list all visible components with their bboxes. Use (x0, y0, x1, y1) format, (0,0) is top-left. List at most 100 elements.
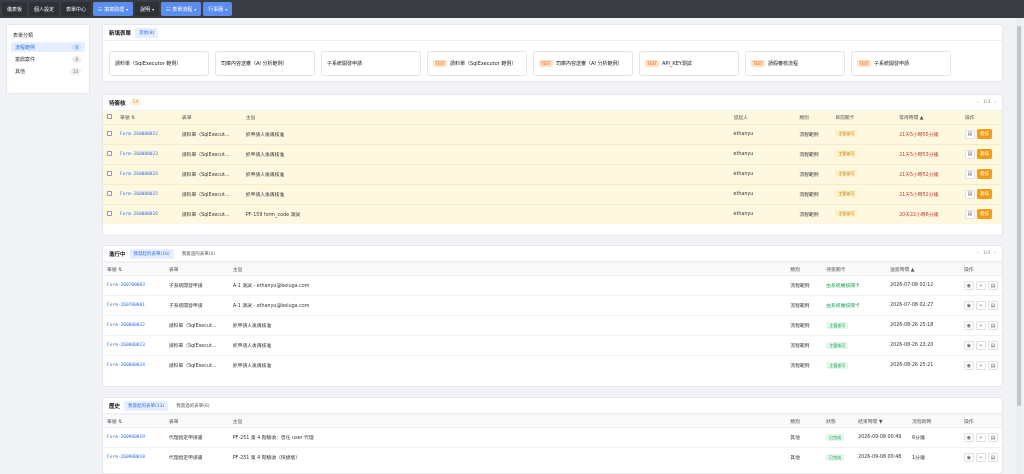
form-id-link[interactable]: Form-260000022 (107, 323, 145, 328)
row-checkbox[interactable] (107, 211, 112, 217)
form-id-link[interactable]: Form-260900018 (107, 455, 145, 460)
document-icon[interactable]: ▤ (987, 341, 998, 350)
column-header[interactable]: 類別 (795, 111, 832, 124)
table-row[interactable]: Form-260000026 請料單（SqlExecut… PF-159 form_… (103, 203, 1002, 224)
eye-icon[interactable]: ◉ (963, 433, 974, 442)
row-checkbox[interactable] (107, 191, 112, 196)
sidebar-item-0[interactable]: 流程範例 6 (11, 42, 85, 52)
row-checkbox[interactable] (107, 151, 112, 156)
form-id-link[interactable]: Form-260000024 (120, 172, 158, 177)
table-row[interactable]: Form-260700003 子系統開發申請 A-1 測試 - ethanyu@be… (103, 275, 1002, 296)
sign-button[interactable]: 簽核 (976, 169, 992, 179)
row-checkbox[interactable] (107, 171, 112, 176)
tab-my-signed[interactable]: 我簽過的表單(0) (178, 249, 219, 259)
form-id-link[interactable]: Form-260000025 (120, 192, 158, 197)
sign-button[interactable]: 簽核 (976, 149, 992, 159)
column-header[interactable]: 單號 ⇅ (103, 262, 165, 276)
document-icon[interactable]: ▤ (964, 129, 975, 139)
form-card[interactable]: TEST API_KEY測試 (639, 51, 739, 76)
form-id-link[interactable]: Form-260000024 (107, 363, 145, 368)
table-row[interactable]: Form-260000023 請料單（SqlExecut… 抓申請人後再核准 流程範例… (103, 335, 1002, 356)
nav-item-4[interactable]: 說明 ▾ (135, 2, 160, 16)
column-header[interactable]: 結束時間 ▼ (854, 414, 909, 428)
form-card[interactable]: TEST 子系統開發申請 (851, 51, 951, 76)
nav-item-0[interactable]: 儀表板 (2, 2, 28, 16)
document-icon[interactable]: ▤ (964, 169, 975, 179)
column-header[interactable]: 目前關卡 (831, 111, 896, 124)
nav-item-1[interactable]: 個人設定 (29, 2, 60, 16)
column-header[interactable]: 表單 (177, 111, 242, 124)
branch-icon[interactable]: ⑂ (975, 453, 986, 463)
sign-button[interactable]: 簽核 (976, 129, 992, 139)
table-row[interactable]: Form-260900019 代理指定申請書 PF-251 第 4 階驗收：曾任 u… (103, 427, 1002, 448)
tab-my-initiated[interactable]: 我發起的表單(16) (129, 248, 174, 259)
column-header[interactable]: 操作 (960, 111, 1002, 124)
form-card[interactable]: TEST 請假審核流程 (745, 51, 845, 76)
tab-my-initiated[interactable]: 我發起的表單(13) (124, 400, 169, 411)
document-icon[interactable]: ▤ (987, 301, 998, 310)
tab-other[interactable]: 其他(8) (135, 27, 159, 38)
prev-page-icon[interactable]: ‹ (977, 100, 979, 105)
table-row[interactable]: Form-260000022 請料單（SqlExecut… 抓申請人後再核准 etha… (103, 123, 1002, 144)
column-header[interactable]: 操作 (959, 262, 1002, 276)
column-header[interactable]: 狀態 (822, 414, 855, 428)
form-card[interactable]: 司庫內容送審（AI 分析範例） (215, 51, 315, 76)
vertical-scrollbar[interactable] (1016, 18, 1022, 474)
next-page-icon[interactable]: › (994, 100, 996, 105)
eye-icon[interactable]: ◉ (963, 341, 974, 350)
branch-icon[interactable]: ⑂ (975, 341, 986, 350)
eye-icon[interactable]: ◉ (963, 321, 974, 330)
form-card[interactable]: 子系統開發申請 (321, 51, 421, 76)
column-header[interactable]: 等待時間 ▲ (895, 111, 961, 124)
column-header[interactable]: 類別 (786, 414, 823, 428)
form-card[interactable]: TEST 請料單（SqlExecutor 範例） (427, 51, 527, 76)
column-header[interactable]: 流程耗時 (908, 414, 960, 428)
document-icon[interactable]: ▤ (987, 361, 998, 371)
branch-icon[interactable]: ⑂ (975, 281, 986, 290)
eye-icon[interactable]: ◉ (963, 301, 974, 310)
document-icon[interactable]: ▤ (987, 433, 998, 442)
sidebar-item-1[interactable]: 富鼎案件 0 (11, 54, 85, 64)
form-id-link[interactable]: Form-260000023 (107, 343, 145, 348)
table-row[interactable]: Form-260000025 請料單（SqlExecut… 抓申請人後再核准 etha… (103, 183, 1002, 204)
form-id-link[interactable]: Form-260700003 (107, 283, 145, 288)
next-page-icon[interactable]: › (994, 251, 996, 256)
branch-icon[interactable]: ⑂ (975, 433, 986, 442)
form-id-link[interactable]: Form-260700001 (107, 303, 145, 308)
column-header[interactable]: 主旨 (228, 262, 787, 276)
column-header[interactable]: 單號 ⇅ (103, 414, 165, 428)
form-id-link[interactable]: Form-260900019 (107, 435, 145, 440)
nav-item-2[interactable]: 表單中心 (61, 2, 92, 16)
prev-page-icon[interactable]: ‹ (977, 251, 979, 256)
document-icon[interactable]: ▤ (964, 189, 975, 199)
table-row[interactable]: Form-260900018 代理指定申請書 PF-251 第 4 階驗收（快捷版）… (103, 447, 1002, 468)
document-icon[interactable]: ▤ (964, 209, 975, 219)
nav-item-5[interactable]: ☷ 表單流程 ▾ (161, 2, 202, 16)
document-icon[interactable]: ▤ (964, 149, 975, 159)
form-card[interactable]: TEST 司庫內容送審（AI 分析範例） (533, 51, 633, 76)
branch-icon[interactable]: ⑂ (975, 321, 986, 330)
column-header[interactable]: 類別 (786, 262, 823, 276)
column-header[interactable]: 主旨 (228, 414, 787, 428)
eye-icon[interactable]: ◉ (963, 361, 974, 371)
sign-button[interactable]: 簽核 (976, 209, 992, 220)
column-header[interactable]: 單號 ⇅ (116, 111, 178, 124)
column-header[interactable]: 操作 (959, 414, 1002, 428)
column-header[interactable]: 送簽時間 ▲ (886, 262, 960, 276)
form-card[interactable]: 請料單（SqlExecutor 範例） (109, 51, 209, 76)
table-row[interactable]: Form-260000024 請料單（SqlExecut… 抓申請人後再核准 etha… (103, 163, 1002, 184)
nav-item-3[interactable]: ☷ 填寫助理 ▾ (93, 2, 134, 16)
nav-item-6[interactable]: 行事曆 ▾ (203, 2, 233, 16)
document-icon[interactable]: ▤ (987, 321, 998, 330)
tab-my-signed[interactable]: 我簽過的表單(6) (172, 401, 213, 411)
branch-icon[interactable]: ⑂ (975, 301, 986, 310)
sign-button[interactable]: 簽核 (976, 189, 992, 199)
column-header[interactable]: 發起人 (729, 111, 796, 124)
eye-icon[interactable]: ◉ (963, 281, 974, 290)
branch-icon[interactable]: ⑂ (975, 361, 986, 371)
table-row[interactable]: Form-260000022 請料單（SqlExecut… 抓申請人後再核准 流程範例… (103, 315, 1002, 336)
form-id-link[interactable]: Form-260000026 (120, 212, 158, 217)
scrollbar-thumb[interactable] (1017, 26, 1021, 406)
column-header[interactable]: 主旨 (241, 111, 730, 124)
column-header[interactable]: 待簽關卡 (822, 262, 887, 276)
